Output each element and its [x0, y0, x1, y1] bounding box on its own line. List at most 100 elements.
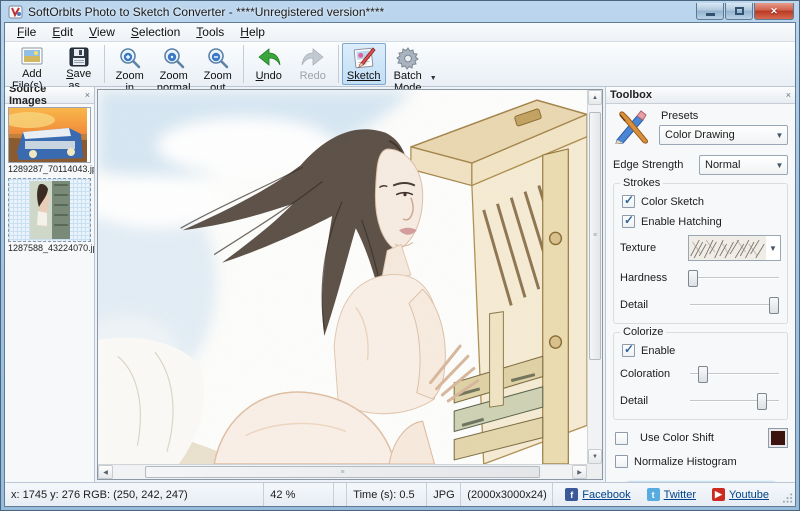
zoom-normal-button[interactable]: Zoom normal [152, 43, 196, 85]
thumbnail-filename: 1289287_70114043.jpg [8, 164, 91, 174]
maximize-button[interactable] [725, 3, 753, 20]
add-files-button[interactable]: Add File(s)... [7, 43, 57, 85]
colorize-enable-checkbox-row[interactable]: Enable [622, 344, 781, 357]
window-controls: ✕ [695, 3, 794, 20]
color-sketch-checkbox[interactable] [622, 195, 635, 208]
save-icon [68, 46, 90, 68]
use-color-shift-row[interactable]: Use Color Shift [615, 428, 788, 448]
menu-selection[interactable]: Selection [123, 24, 188, 40]
source-image-item-selected[interactable]: 1287588_43224070.jpg [8, 178, 91, 253]
resize-grip[interactable] [781, 483, 795, 506]
menu-help[interactable]: Help [232, 24, 273, 40]
edge-strength-value: Normal [700, 159, 772, 171]
youtube-link[interactable]: ▶ Youtube [712, 488, 769, 501]
toolbar-overflow-arrow[interactable]: ▼ [430, 75, 439, 85]
toolbar-separator [104, 45, 105, 83]
thumbnail-selection[interactable] [8, 178, 91, 242]
colorize-detail-slider-thumb[interactable] [757, 393, 767, 410]
vertical-scroll-thumb[interactable]: ≡ [589, 112, 601, 360]
gear-icon [396, 46, 420, 70]
toolbox-panel: Toolbox × [605, 87, 795, 482]
sketch-preview-image[interactable] [98, 90, 587, 464]
zoom-in-icon [118, 46, 142, 70]
color-shift-swatch[interactable] [768, 428, 788, 448]
strokes-detail-slider-thumb[interactable] [769, 297, 779, 314]
scrollbar-corner [587, 464, 602, 479]
color-sketch-label: Color Sketch [641, 196, 704, 208]
panel-close-icon[interactable]: × [85, 90, 90, 100]
menu-file[interactable]: File [9, 24, 44, 40]
undo-icon [256, 46, 282, 70]
titlebar[interactable]: SoftOrbits Photo to Sketch Converter - *… [4, 1, 796, 22]
panel-close-icon[interactable]: × [786, 90, 791, 100]
add-files-icon [20, 46, 44, 68]
horizontal-scroll-thumb[interactable]: ≡ [145, 466, 540, 478]
edge-strength-label: Edge Strength [613, 159, 699, 171]
scroll-left-icon[interactable]: ◀ [98, 465, 113, 479]
zoom-in-button[interactable]: Zoom in [108, 43, 152, 85]
menu-view[interactable]: View [81, 24, 123, 40]
redo-icon [300, 46, 326, 70]
color-sketch-checkbox-row[interactable]: Color Sketch [622, 195, 781, 208]
close-button[interactable]: ✕ [754, 3, 794, 20]
vertical-scrollbar[interactable]: ▲ ≡ ▼ [587, 90, 602, 464]
thumbnail-truck[interactable] [8, 107, 91, 163]
thumbnail-filename: 1287588_43224070.jpg [8, 243, 91, 253]
save-as-button[interactable]: Save as... [57, 43, 101, 85]
coloration-slider[interactable] [688, 364, 781, 384]
scroll-right-icon[interactable]: ▶ [572, 465, 587, 479]
normalize-histogram-checkbox[interactable] [615, 455, 628, 468]
facebook-link[interactable]: f Facebook [565, 488, 630, 501]
texture-dropdown[interactable]: ▼ [688, 235, 781, 261]
enable-hatching-checkbox-row[interactable]: Enable Hatching [622, 215, 781, 228]
colorize-group: Colorize Enable Coloration Deta [613, 332, 788, 420]
menu-tools[interactable]: Tools [188, 24, 232, 40]
toolbox-header: Toolbox × [606, 87, 795, 104]
twitter-link[interactable]: t Twitter [647, 488, 696, 501]
presets-value: Color Drawing [660, 129, 772, 141]
hardness-slider-thumb[interactable] [688, 270, 698, 287]
horizontal-scrollbar[interactable]: ◀ ≡ ▶ [98, 464, 587, 479]
redo-button[interactable]: Redo [291, 43, 335, 85]
batch-mode-button[interactable]: Batch Mode [386, 43, 430, 85]
enable-hatching-checkbox[interactable] [622, 215, 635, 228]
sketch-icon [351, 46, 377, 70]
menu-bar: File Edit View Selection Tools Help [5, 23, 795, 42]
source-image-item[interactable]: 1289287_70114043.jpg [8, 107, 91, 174]
use-color-shift-checkbox[interactable] [615, 432, 628, 445]
coloration-label: Coloration [620, 368, 688, 380]
facebook-icon: f [565, 488, 578, 501]
undo-button[interactable]: Undo [247, 43, 291, 85]
colorize-legend: Colorize [620, 326, 666, 338]
edge-strength-dropdown[interactable]: Normal ▼ [699, 155, 788, 175]
normalize-histogram-label: Normalize Histogram [634, 456, 737, 468]
toolbar: Add File(s)... Save as... Zoom in [5, 42, 795, 87]
horizontal-scroll-track[interactable]: ≡ [113, 465, 572, 479]
zoom-out-button[interactable]: Zoom out [196, 43, 240, 85]
colorize-detail-label: Detail [620, 395, 688, 407]
vertical-scroll-track[interactable]: ≡ [588, 105, 602, 449]
pencil-brush-icon [613, 110, 651, 147]
menu-edit[interactable]: Edit [44, 24, 81, 40]
coloration-slider-thumb[interactable] [698, 366, 708, 383]
sketch-button[interactable]: Sketch [342, 43, 386, 85]
texture-preview [689, 236, 766, 260]
presets-dropdown[interactable]: Color Drawing ▼ [659, 125, 788, 145]
scroll-up-icon[interactable]: ▲ [588, 90, 602, 105]
source-images-panel: Source Images × [5, 87, 95, 482]
colorize-detail-slider[interactable] [688, 391, 781, 411]
canvas-area: ▲ ≡ ▼ ◀ ≡ ▶ [95, 87, 605, 482]
status-zoom-level: 42 % [264, 483, 334, 506]
strokes-group: Strokes Color Sketch Enable Hatching Tex… [613, 183, 788, 324]
minimize-button[interactable] [696, 3, 724, 20]
app-icon [8, 5, 24, 19]
strokes-detail-label: Detail [620, 299, 688, 311]
toolbar-separator [338, 45, 339, 83]
scroll-down-icon[interactable]: ▼ [588, 449, 602, 464]
colorize-enable-checkbox[interactable] [622, 344, 635, 357]
toolbar-separator [243, 45, 244, 83]
enable-hatching-label: Enable Hatching [641, 216, 722, 228]
hardness-slider[interactable] [688, 268, 781, 288]
strokes-detail-slider[interactable] [688, 295, 781, 315]
normalize-histogram-row[interactable]: Normalize Histogram [615, 455, 788, 468]
